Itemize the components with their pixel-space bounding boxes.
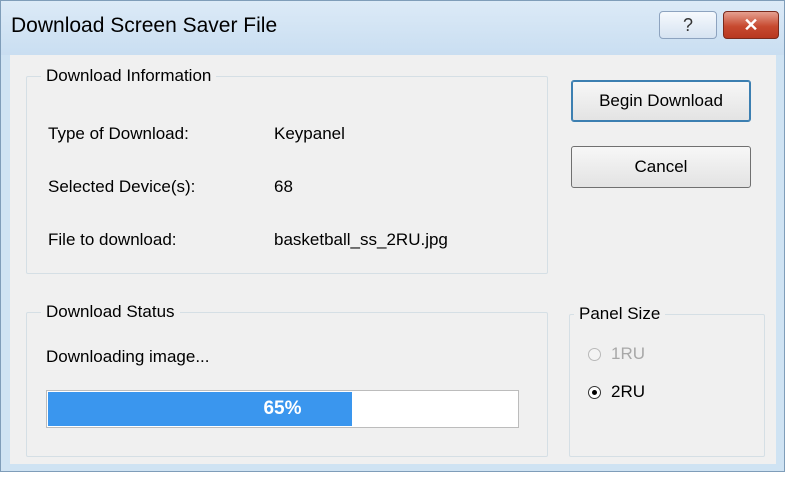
download-status-group: Download Status	[26, 302, 548, 457]
close-button[interactable]: ✕	[723, 11, 779, 39]
dialog-window: Download Screen Saver File ? ✕ Download …	[0, 0, 785, 472]
download-status-legend: Download Status	[46, 302, 175, 321]
file-to-download-label: File to download:	[48, 230, 177, 249]
radio-2ru-label[interactable]: 2RU	[611, 382, 645, 402]
file-to-download-value: basketball_ss_2RU.jpg	[274, 230, 448, 249]
radio-2ru[interactable]	[588, 385, 601, 399]
cancel-button[interactable]: Cancel	[571, 146, 751, 188]
download-progress-bar: 65%	[46, 390, 519, 428]
panel-size-1ru-option: 1RU	[588, 344, 645, 364]
progress-percent-label: 65%	[263, 398, 302, 419]
title-bar[interactable]: Download Screen Saver File ? ✕	[1, 1, 784, 55]
type-of-download-value: Keypanel	[274, 124, 345, 143]
help-button[interactable]: ?	[659, 11, 717, 39]
close-icon: ✕	[743, 14, 759, 35]
begin-download-button[interactable]: Begin Download	[571, 80, 751, 122]
window-title: Download Screen Saver File	[11, 14, 278, 37]
download-status-message: Downloading image...	[46, 347, 210, 366]
help-icon: ?	[682, 14, 693, 35]
download-information-legend: Download Information	[46, 66, 212, 85]
type-of-download-label: Type of Download:	[48, 124, 189, 143]
selected-devices-label: Selected Device(s):	[48, 177, 196, 196]
dialog-client-area: Download Information Type of Download: K…	[10, 55, 776, 464]
radio-1ru-label: 1RU	[611, 344, 646, 363]
radio-1ru	[588, 347, 601, 361]
panel-size-group: Panel Size	[569, 304, 765, 457]
panel-size-legend: Panel Size	[579, 304, 661, 323]
selected-devices-value: 68	[274, 177, 293, 196]
panel-size-2ru-option[interactable]: 2RU	[588, 382, 645, 402]
